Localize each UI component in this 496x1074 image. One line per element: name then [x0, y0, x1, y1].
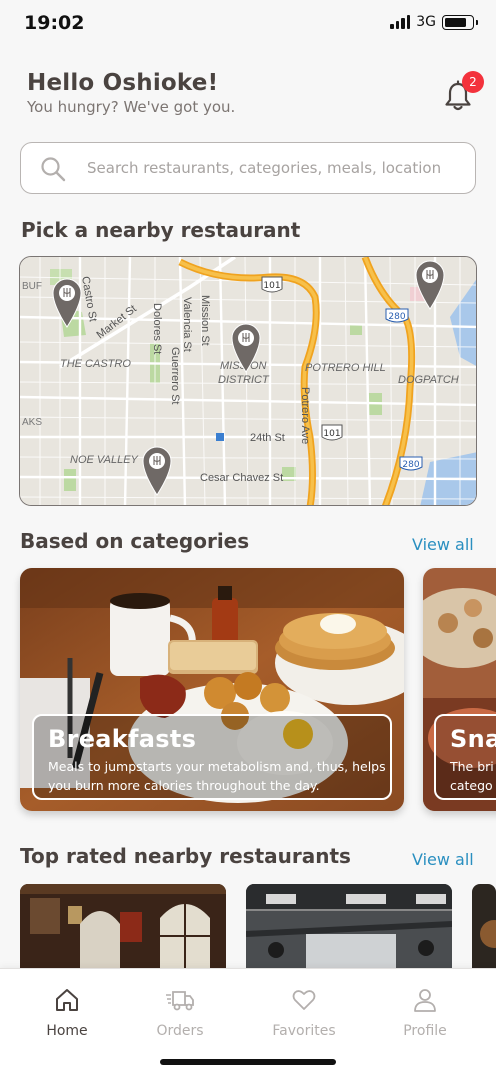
map-label-24th-st: 24th St	[250, 432, 285, 444]
nearby-section-title: Pick a nearby restaurant	[21, 218, 301, 242]
home-icon	[56, 989, 78, 1011]
map-label-noe-valley: NOE VALLEY	[70, 454, 139, 466]
map-label-guerrero-st: Guerrero St	[169, 347, 181, 404]
status-time: 19:02	[24, 12, 85, 34]
tab-favorites-label: Favorites	[272, 1023, 336, 1039]
greeting-subtitle: You hungry? We've got you.	[27, 98, 236, 116]
tab-orders[interactable]: Orders	[125, 987, 235, 1039]
restaurant-thumbnail[interactable]	[246, 884, 452, 968]
search-bar[interactable]	[20, 142, 476, 194]
map-label-potrero-hill: POTRERO HILL	[305, 362, 386, 374]
category-name: Sna	[450, 725, 496, 753]
notification-badge: 2	[462, 71, 484, 93]
categories-section-title: Based on categories	[20, 529, 250, 553]
signal-icon	[390, 15, 411, 29]
tab-orders-label: Orders	[156, 1023, 204, 1039]
restaurant-thumbnail[interactable]	[472, 884, 496, 968]
map-label-hwy-280-b: 280	[402, 460, 419, 470]
tab-profile-label: Profile	[403, 1023, 447, 1039]
status-icons: 3G	[390, 14, 478, 30]
user-icon	[414, 989, 436, 1012]
category-description: The bri catego	[450, 759, 494, 793]
restaurant-thumbnail[interactable]	[20, 884, 226, 968]
greeting-title: Hello Oshioke!	[27, 70, 219, 96]
map-label-hwy-101-a: 101	[263, 281, 280, 291]
category-card-breakfasts[interactable]: Breakfasts Meals to jumpstarts your meta…	[20, 568, 404, 811]
search-input[interactable]	[87, 143, 467, 192]
map-label-mission-st: Mission St	[199, 295, 211, 346]
map-label-hwy-280-a: 280	[388, 312, 405, 322]
category-overlay: Breakfasts Meals to jumpstarts your meta…	[32, 714, 392, 800]
greeting: Hello Oshioke! You hungry? We've got you…	[27, 70, 235, 116]
tab-profile[interactable]: Profile	[370, 987, 480, 1039]
top-rated-view-all-link[interactable]: View all	[412, 850, 474, 869]
map-label-hwy-101-b: 101	[323, 429, 340, 439]
map-label-aks: AKS	[22, 417, 42, 428]
map-label-district: DISTRICT	[218, 374, 270, 386]
map-label-dogpatch: DOGPATCH	[398, 374, 459, 386]
tab-home[interactable]: Home	[12, 987, 122, 1039]
tab-favorites[interactable]: Favorites	[249, 987, 359, 1039]
delivery-truck-icon	[166, 991, 194, 1011]
heart-icon	[292, 990, 316, 1010]
network-type: 3G	[416, 14, 436, 30]
map-label-buf: BUF	[22, 281, 42, 292]
category-description: Meals to jumpstarts your metabolism and,…	[48, 759, 386, 793]
category-overlay: Sna The bri catego	[434, 714, 496, 800]
home-indicator	[160, 1059, 336, 1065]
restaurant-map[interactable]: 101 280 101 280 BUF AKS Castro St Market…	[19, 256, 477, 506]
map-label-dolores-st: Dolores St	[151, 303, 163, 354]
map-label-the-castro: THE CASTRO	[60, 358, 131, 370]
search-icon	[41, 157, 66, 182]
tab-home-label: Home	[46, 1023, 88, 1039]
map-label-valencia-st: Valencia St	[181, 297, 193, 352]
battery-icon	[442, 14, 478, 30]
map-label-potrero-ave: Potrero Ave	[299, 387, 311, 444]
map-label-cesar-chavez: Cesar Chavez St	[200, 472, 283, 484]
categories-view-all-link[interactable]: View all	[412, 535, 474, 554]
top-rated-section-title: Top rated nearby restaurants	[20, 844, 351, 868]
status-bar: 19:02 3G	[0, 0, 496, 48]
category-card-snacks[interactable]: Sna The bri catego	[423, 568, 496, 811]
category-name: Breakfasts	[48, 725, 197, 753]
